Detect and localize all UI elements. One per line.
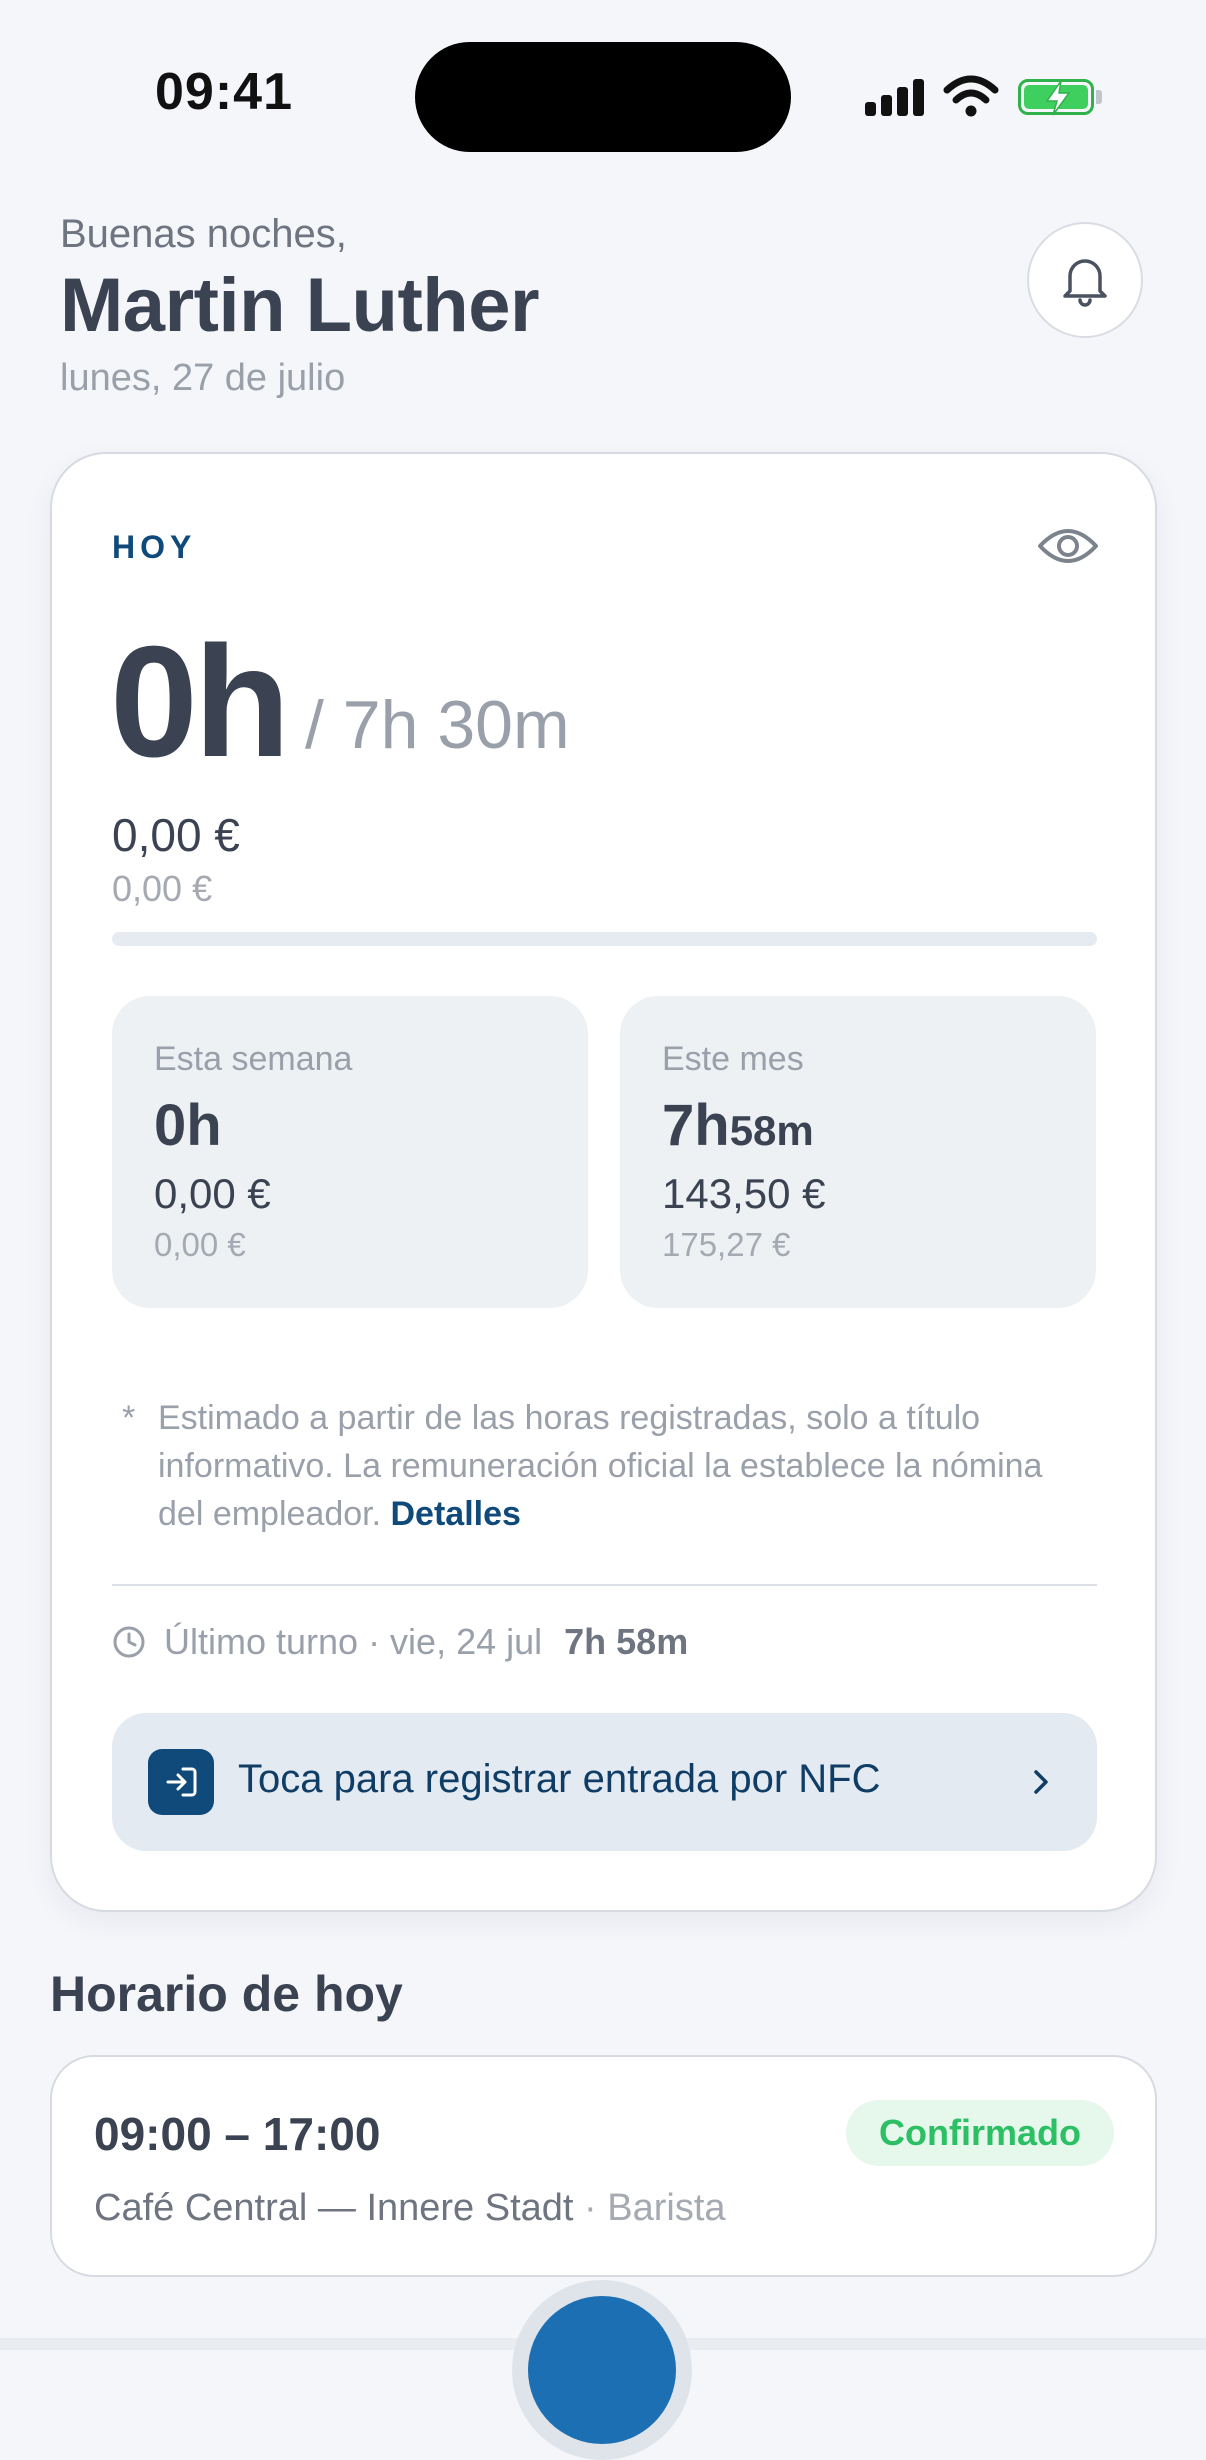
status-bar: 09:41 xyxy=(0,0,1206,190)
week-earnings-secondary: 0,00 € xyxy=(154,1226,246,1263)
today-progress-bar xyxy=(112,932,1097,946)
shift-role: · Barista xyxy=(584,2187,726,2229)
shift-time: 09:00 – 17:00 xyxy=(94,2108,381,2160)
battery-icon xyxy=(1018,79,1094,116)
shift-location-name: Café Central — Innere Stadt xyxy=(94,2187,574,2229)
nfc-checkin-button[interactable]: Toca para registrar entrada por NFC xyxy=(112,1713,1097,1851)
month-earnings: 143,50 € xyxy=(662,1170,826,1217)
clock-in-fab[interactable] xyxy=(512,2280,692,2460)
current-date: lunes, 27 de julio xyxy=(60,357,346,399)
eye-icon[interactable] xyxy=(1036,520,1100,572)
greeting: Buenas noches, xyxy=(60,212,347,256)
today-earnings-secondary: 0,00 € xyxy=(112,868,213,909)
today-hours: 0h xyxy=(110,614,290,790)
wifi-icon xyxy=(943,75,999,117)
clock-icon xyxy=(113,1626,145,1658)
fab-inner xyxy=(528,2296,676,2444)
today-card: HOY 0h / 7h 30m 0,00 € 0,00 € Esta seman… xyxy=(50,452,1157,1912)
battery-tip xyxy=(1096,90,1102,104)
week-earnings: 0,00 € xyxy=(154,1170,271,1217)
schedule-title: Horario de hoy xyxy=(50,1966,403,2022)
today-target: / 7h 30m xyxy=(305,687,570,763)
note-marker: * xyxy=(122,1399,136,1437)
month-stat-card: Este mes 7h58m 143,50 € 175,27 € xyxy=(620,996,1096,1308)
month-earnings-secondary: 175,27 € xyxy=(662,1226,791,1263)
week-stat-card: Esta semana 0h 0,00 € 0,00 € xyxy=(112,996,588,1308)
month-hours-main: 7h xyxy=(662,1093,730,1158)
chevron-right-icon xyxy=(1034,1770,1048,1794)
week-hours: 0h xyxy=(154,1093,222,1158)
last-shift-text: Último turno · vie, 24 jul xyxy=(164,1621,543,1662)
status-badge: Confirmado xyxy=(846,2100,1114,2166)
last-shift-row: Último turno · vie, 24 jul 7h 58m xyxy=(112,1621,688,1663)
details-link[interactable]: Detalles xyxy=(391,1495,521,1533)
month-hours-sub: 58m xyxy=(729,1107,814,1154)
last-shift-duration: 7h 58m xyxy=(564,1621,689,1662)
note-text: Estimado a partir de las horas registrad… xyxy=(158,1399,1043,1533)
nfc-checkin-label: Toca para registrar entrada por NFC xyxy=(238,1757,881,1801)
today-earnings: 0,00 € xyxy=(112,809,240,861)
dynamic-island xyxy=(415,42,791,152)
shift-card[interactable]: 09:00 – 17:00 Confirmado Café Central — … xyxy=(50,2055,1157,2277)
login-icon xyxy=(148,1749,214,1815)
status-time: 09:41 xyxy=(155,63,293,121)
month-label: Este mes xyxy=(662,1040,804,1078)
user-name: Martin Luther xyxy=(60,263,540,348)
notifications-button[interactable] xyxy=(1027,222,1143,338)
divider xyxy=(112,1584,1097,1586)
month-hours: 7h58m xyxy=(662,1092,814,1159)
shift-location: Café Central — Innere Stadt · Barista xyxy=(94,2187,726,2230)
cellular-signal-icon xyxy=(865,76,925,116)
today-label: HOY xyxy=(112,529,197,565)
estimate-note: * Estimado a partir de las horas registr… xyxy=(122,1394,1072,1538)
week-label: Esta semana xyxy=(154,1040,353,1078)
bell-icon xyxy=(1063,259,1107,307)
